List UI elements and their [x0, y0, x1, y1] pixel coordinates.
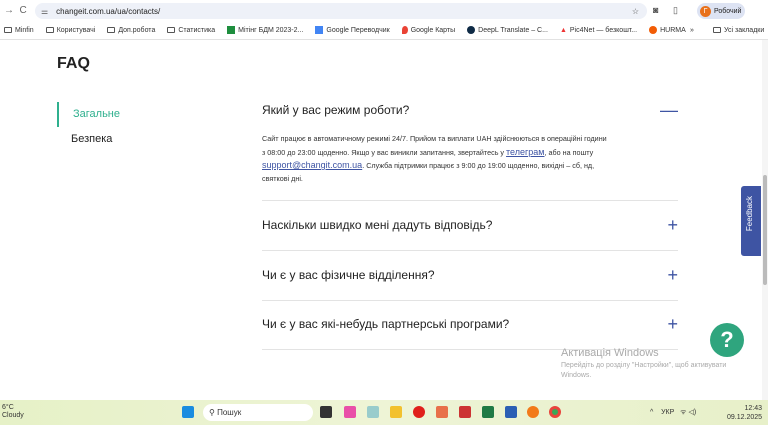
scrollbar[interactable] [762, 40, 768, 400]
system-tray[interactable]: ^ УКР ᯤ ◁) [650, 408, 696, 417]
maps-icon [401, 26, 408, 34]
bookmark[interactable]: DeepL Translate – C... [467, 26, 548, 34]
opera-icon[interactable] [413, 406, 425, 418]
bookmark[interactable]: Google Карты [401, 26, 455, 34]
faq-item[interactable]: Чи є у вас фізичне відділення? + [262, 266, 678, 284]
hurma-icon [649, 26, 658, 34]
extensions-icon[interactable]: ▯ [673, 5, 678, 16]
bookmark[interactable]: Minfin [4, 27, 34, 34]
faq-question[interactable]: Який у вас режим роботи? [262, 103, 678, 117]
faq-item[interactable]: Наскільки швидко мені дадуть відповідь? … [262, 216, 678, 234]
scrollbar-thumb[interactable] [763, 175, 767, 285]
faq-question[interactable]: Чи є у вас фізичне відділення? [262, 268, 678, 282]
faq-answer: Сайт працює в автоматичному режимі 24/7.… [262, 134, 607, 183]
email-link[interactable]: support@changit.com.ua [262, 160, 362, 170]
faq-item: Який у вас режим роботи? — Сайт працює в… [262, 101, 678, 185]
taskbar-search[interactable]: ⚲ Пошук [203, 404, 313, 421]
deepl-icon [467, 26, 476, 34]
plus-icon[interactable]: + [667, 266, 678, 284]
word-icon[interactable] [505, 406, 517, 418]
bookmarks-bar: Minfin Користувачі Доп.робота Статистика… [0, 21, 768, 40]
sidebar-item-security[interactable]: Безпека [57, 127, 120, 152]
faq-sidebar: Загальне Безпека [57, 102, 120, 152]
pdf-icon[interactable] [459, 406, 471, 418]
divider [262, 200, 678, 201]
windows-activation-watermark: Активація Windows Перейдіть до розділу "… [561, 347, 731, 381]
telegram-link[interactable]: телеграм [506, 147, 544, 157]
address-bar[interactable]: ⚌ changeit.com.ua/ua/contacts/ ☆ [35, 3, 647, 19]
bookmark[interactable]: Доп.робота [107, 27, 155, 34]
pic4net-icon: ▲ [559, 26, 567, 34]
divider [262, 300, 678, 301]
profile-button[interactable]: Г Робочий [697, 3, 745, 19]
all-bookmarks[interactable]: Усі закладки [713, 27, 764, 34]
taskbar: 6°C Cloudy ⚲ Пошук ^ УКР ᯤ ◁) 12:43 09.12.… [0, 400, 768, 425]
divider [262, 250, 678, 251]
excel-icon[interactable] [482, 406, 494, 418]
feedback-tab[interactable]: Feedback [741, 186, 761, 256]
sidebar-item-general[interactable]: Загальне [57, 102, 120, 127]
weather-widget[interactable]: 6°C Cloudy [2, 404, 24, 420]
more-bookmarks[interactable]: » [690, 27, 694, 34]
url-text: changeit.com.ua/ua/contacts/ [56, 6, 161, 16]
snipping-icon[interactable] [367, 406, 379, 418]
task-view-icon[interactable] [320, 406, 332, 418]
app-icon[interactable] [344, 406, 356, 418]
watermark-subtitle: Перейдіть до розділу "Настройки", щоб ак… [561, 362, 727, 379]
folder-icon [45, 27, 54, 33]
bookmark-star-icon[interactable]: ☆ [632, 7, 639, 16]
page-title: FAQ [57, 55, 90, 72]
feedback-label: Feedback [745, 196, 754, 232]
bookmark[interactable]: ▲ Pic4Net — безкошт... [560, 27, 637, 34]
clock[interactable]: 12:43 09.12.2025 [727, 404, 762, 422]
windows-start-icon[interactable] [182, 406, 194, 418]
sheets-icon [227, 26, 236, 34]
firefox-icon[interactable] [527, 406, 539, 418]
bookmark[interactable]: Користувачі [45, 27, 95, 34]
browser-toolbar: → C ⚌ changeit.com.ua/ua/contacts/ ☆ ◙ ▯… [0, 0, 768, 21]
file-explorer-icon[interactable] [390, 406, 402, 418]
folder-icon [4, 27, 12, 33]
bookmark[interactable]: Статистика [167, 27, 215, 34]
faq-item[interactable]: Чи є у вас які-небудь партнерські програ… [262, 315, 678, 333]
folder-icon [167, 27, 176, 33]
plus-icon[interactable]: + [667, 315, 678, 333]
chrome-icon[interactable] [549, 406, 561, 418]
camera-icon[interactable]: ◙ [653, 5, 658, 15]
avatar: Г [700, 5, 711, 17]
plus-icon[interactable]: + [667, 216, 678, 234]
minus-icon[interactable]: — [660, 101, 678, 119]
forward-reload-icons[interactable]: → C [0, 5, 30, 16]
folder-icon [713, 27, 721, 33]
site-info-icon[interactable]: ⚌ [41, 7, 48, 16]
profile-label: Робочий [714, 7, 742, 15]
faq-question[interactable]: Наскільки швидко мені дадуть відповідь? [262, 218, 678, 232]
powerpoint-icon[interactable] [436, 406, 448, 418]
folder-icon [107, 27, 116, 33]
bookmark[interactable]: Google Переводчик [315, 26, 390, 34]
bookmark[interactable]: Мітінг БДМ 2023-2... [227, 26, 303, 34]
bookmark[interactable]: HURMA [649, 26, 686, 34]
watermark-title: Активація Windows [561, 347, 659, 359]
translate-icon [315, 26, 324, 34]
faq-question[interactable]: Чи є у вас які-небудь партнерські програ… [262, 317, 678, 331]
